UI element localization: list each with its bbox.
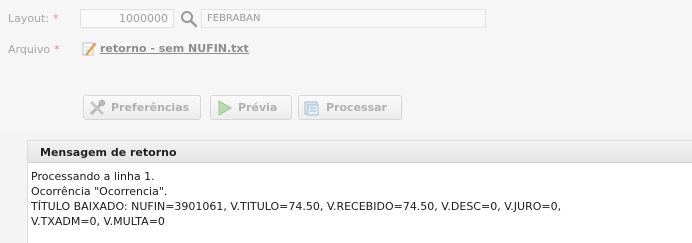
file-name-link[interactable]: retorno - sem NUFIN.txt (100, 42, 249, 55)
arquivo-label: Arquivo (8, 43, 51, 56)
file-edit-icon[interactable] (81, 41, 97, 57)
return-message-panel: Mensagem de retorno Processando a linha … (27, 140, 692, 243)
preview-button[interactable]: Prévia (210, 95, 292, 120)
message-log: Processando a linha 1. Ocorrência "Ocorr… (28, 163, 692, 229)
message-line: Processando a linha 1. (31, 170, 155, 183)
play-icon (218, 99, 232, 116)
layout-field-label: Layout: * (8, 12, 59, 25)
message-line: TÍTULO BAIXADO: NUFIN=3901061, V.TITULO=… (31, 200, 562, 213)
preview-label: Prévia (238, 101, 278, 114)
message-line: Ocorrência "Ocorrencia". (31, 185, 168, 198)
tools-icon (89, 99, 106, 115)
preferences-button[interactable]: Preferências (83, 95, 201, 120)
process-label: Processar (326, 101, 387, 114)
parameters-form: Layout: * 1000000 FEBRABAN Arquivo * ret… (0, 0, 692, 135)
required-mark: * (53, 12, 59, 25)
panel-title: Mensagem de retorno (28, 141, 692, 163)
process-button[interactable]: Processar (298, 95, 402, 120)
search-icon[interactable] (179, 9, 199, 29)
required-mark: * (54, 43, 60, 56)
layout-description-field: FEBRABAN (201, 9, 486, 28)
layout-code-input[interactable]: 1000000 (80, 9, 174, 28)
layout-label: Layout: (8, 12, 50, 25)
arquivo-field-label: Arquivo * (8, 43, 60, 56)
preferences-label: Preferências (111, 101, 190, 114)
message-line: V.TXADM=0, V.MULTA=0 (31, 215, 165, 228)
process-icon (304, 101, 319, 115)
